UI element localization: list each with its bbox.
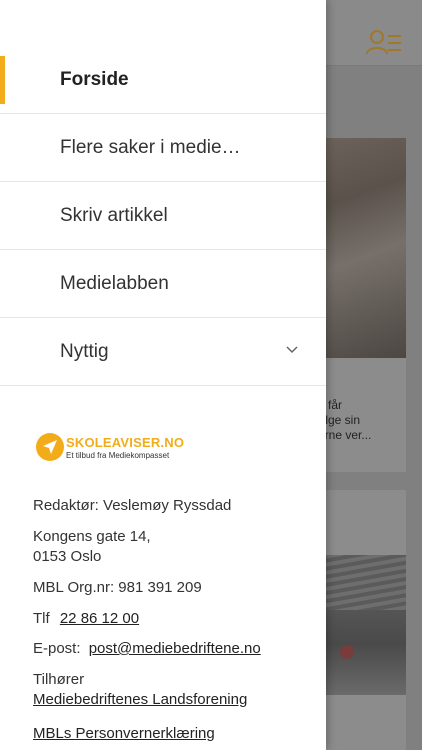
menu-item-label: Skriv artikkel: [60, 204, 168, 226]
logo-title: SKOLEAVISER.NO: [66, 435, 185, 450]
menu-item-label: Nyttig: [60, 340, 109, 362]
email-row: E-post: post@mediebedriftene.no: [33, 639, 261, 659]
phone-link[interactable]: 22 86 12 00: [60, 610, 139, 627]
address-line1: Kongens gate 14,: [33, 528, 151, 545]
skoleaviser-logo: SKOLEAVISER.NO Et tilbud fra Mediekompas…: [36, 433, 184, 465]
email-link[interactable]: post@mediebedriftene.no: [89, 640, 261, 657]
belongs-label: Tilhører: [33, 671, 85, 688]
article-image-detail: [340, 645, 354, 659]
menu-item-skriv-artikkel[interactable]: Skriv artikkel: [0, 182, 326, 250]
send-arrow-icon: [43, 440, 57, 454]
email-label: E-post:: [33, 640, 81, 657]
logo-circle: [36, 433, 64, 461]
logo-subtitle: Et tilbud fra Mediekompasset: [66, 451, 170, 460]
menu-item-label: Flere saker i medie…: [60, 136, 241, 158]
menu-item-nyttig[interactable]: Nyttig: [0, 318, 326, 386]
navigation-drawer: Forside Flere saker i medie… Skriv artik…: [0, 0, 326, 750]
menu-item-label: Forside: [60, 68, 129, 90]
address-line2: 0153 Oslo: [33, 548, 102, 565]
phone-row: Tlf 22 86 12 00: [33, 609, 139, 629]
menu-item-medielabben[interactable]: Medielabben: [0, 250, 326, 318]
article-snippet: n får ølge sin erne ver...: [318, 398, 372, 442]
org-number: MBL Org.nr: 981 391 209: [33, 579, 202, 596]
privacy-link[interactable]: MBLs Personvernerklæring: [33, 724, 215, 744]
phone-label: Tlf: [33, 610, 50, 627]
menu-item-forside[interactable]: Forside: [0, 46, 326, 114]
menu-item-label: Medielabben: [60, 272, 169, 294]
menu-item-flere-saker[interactable]: Flere saker i medie…: [0, 114, 326, 182]
chevron-down-icon[interactable]: [286, 346, 298, 354]
profile-menu-icon[interactable]: [366, 28, 402, 58]
mbl-link[interactable]: Mediebedriftenes Landsforening: [33, 690, 247, 710]
editor-text: Redaktør: Veslemøy Ryssdad: [33, 497, 232, 514]
